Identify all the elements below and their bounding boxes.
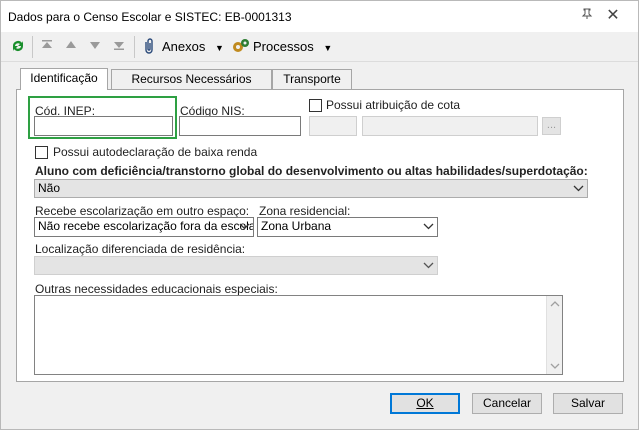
deficiencia-select[interactable]: Não: [34, 179, 588, 198]
ellipsis-label: ...: [546, 119, 557, 131]
refresh-icon[interactable]: [10, 38, 26, 56]
cota-description-input: [362, 116, 538, 136]
tab-recursos-necessarios[interactable]: Recursos Necessários: [111, 69, 272, 90]
cancelar-button[interactable]: Cancelar: [472, 393, 542, 414]
toolbar-separator: [134, 36, 135, 58]
paperclip-icon: [142, 38, 158, 56]
tab-identificacao[interactable]: Identificação: [20, 68, 108, 90]
ok-button[interactable]: OK: [390, 393, 460, 414]
processos-label: Processos: [253, 39, 314, 54]
escolarizacao-select[interactable]: Não recebe escolarização fora da escola: [34, 217, 254, 237]
outras-necessidades-label: Outras necessidades educacionais especia…: [35, 282, 278, 296]
tab-label: Transporte: [283, 72, 341, 86]
move-up-icon[interactable]: [64, 38, 78, 56]
codigo-nis-input[interactable]: [179, 116, 301, 136]
move-first-icon[interactable]: [40, 38, 54, 56]
focus-highlight: [28, 96, 177, 139]
anexos-menu[interactable]: Anexos ▼: [162, 38, 224, 56]
salvar-button[interactable]: Salvar: [553, 393, 623, 414]
escolarizacao-value: Não recebe escolarização fora da escola: [38, 219, 254, 233]
chevron-down-icon: ▼: [323, 43, 333, 53]
window-title: Dados para o Censo Escolar e SISTEC: EB-…: [8, 10, 292, 24]
tab-label: Identificação: [30, 71, 98, 85]
autodeclaracao-checkbox[interactable]: [35, 146, 48, 159]
cota-checkbox[interactable]: [309, 99, 322, 112]
localizacao-select[interactable]: [34, 256, 438, 275]
move-down-icon[interactable]: [88, 38, 102, 56]
deficiencia-value: Não: [38, 181, 61, 195]
processos-menu[interactable]: Processos ▼: [253, 38, 332, 56]
outras-necessidades-textarea[interactable]: [34, 295, 563, 375]
ok-label: OK: [416, 396, 434, 410]
cota-code-input: [309, 116, 357, 136]
gears-icon: [232, 38, 250, 56]
localizacao-label: Localização diferenciada de residência:: [35, 242, 246, 256]
zona-residencial-value: Zona Urbana: [261, 219, 332, 233]
escolarizacao-label: Recebe escolarização em outro espaço:: [35, 204, 250, 218]
zona-residencial-select[interactable]: Zona Urbana: [257, 217, 438, 237]
cota-lookup-button[interactable]: ...: [542, 117, 561, 135]
cancelar-label: Cancelar: [482, 396, 532, 410]
active-tab-join: [21, 89, 107, 91]
chevron-down-icon: [573, 185, 584, 192]
autodeclaracao-label: Possui autodeclaração de baixa renda: [53, 145, 258, 159]
salvar-label: Salvar: [570, 396, 605, 410]
textarea-scrollbar[interactable]: [546, 296, 562, 374]
move-last-icon[interactable]: [112, 38, 126, 56]
pin-icon[interactable]: [579, 8, 595, 24]
cota-label: Possui atribuição de cota: [326, 98, 461, 112]
tab-transporte[interactable]: Transporte: [272, 69, 352, 90]
scroll-arrows-icon: [550, 301, 560, 369]
chevron-down-icon: [239, 223, 250, 230]
anexos-label: Anexos: [162, 39, 206, 54]
chevron-down-icon: [423, 262, 434, 269]
close-icon[interactable]: ✕: [605, 8, 621, 24]
toolbar-separator: [32, 36, 33, 58]
chevron-down-icon: ▼: [215, 43, 224, 53]
zona-residencial-label: Zona residencial:: [259, 204, 351, 218]
deficiencia-label: Aluno com deficiência/transtorno global …: [35, 164, 588, 178]
tab-label: Recursos Necessários: [131, 72, 252, 86]
chevron-down-icon: [423, 223, 434, 230]
